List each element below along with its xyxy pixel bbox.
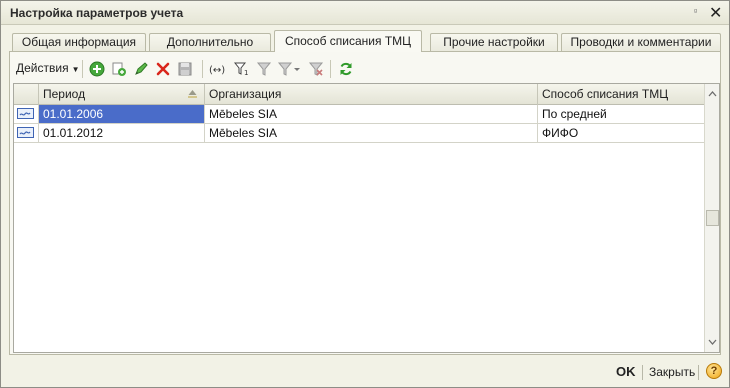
scroll-up-button[interactable] [705,86,720,102]
tab-additional[interactable]: Дополнительно [149,33,271,52]
tab-general-info[interactable]: Общая информация [12,33,146,52]
help-icon[interactable]: ? [706,363,722,379]
records-table: Период Организация Способ списания ТМЦ 0… [13,83,720,353]
history-button[interactable]: (↔) [208,59,228,79]
scroll-thumb[interactable] [706,210,719,226]
toolbar-separator [82,60,83,78]
copy-icon [112,62,126,76]
record-icon [17,127,34,138]
filter-dropdown-button[interactable] [276,59,302,79]
tab-writeoff-method[interactable]: Способ списания ТМЦ [274,30,422,52]
header-label: Организация [209,87,282,101]
window-title: Настройка параметров учета [10,6,184,20]
cell-writeoff-method[interactable]: По средней [538,105,704,123]
table-header: Период Организация Способ списания ТМЦ [14,84,704,105]
filter-dropdown-icon [277,62,300,76]
cell-organization[interactable]: Mēbeles SIA [205,124,538,142]
period-filter-icon: 1 [233,62,248,77]
table-row[interactable]: 01.01.2006 Mēbeles SIA По средней [14,105,704,124]
settings-window: Настройка параметров учета ᵍ ✕ Общая инф… [0,0,730,388]
row-icon-cell [14,105,39,123]
toolbar-separator [330,60,331,78]
tab-label: Общая информация [21,35,137,49]
chevron-down-icon: ▼ [71,65,80,74]
save-icon [178,62,192,76]
header-organization[interactable]: Организация [205,84,538,105]
close-button[interactable]: Закрыть [649,365,695,379]
cell-period[interactable]: 01.01.2006 [39,105,205,123]
delete-icon [156,62,170,76]
period-filter-button[interactable]: 1 [232,59,252,79]
scroll-down-button[interactable] [705,334,720,350]
row-icon-cell [14,124,39,142]
header-icon-column [14,84,39,105]
header-period[interactable]: Период [39,84,205,105]
edit-button[interactable] [131,59,151,79]
header-label: Период [43,87,86,101]
footer-separator [698,365,699,380]
toolbar-separator [202,60,203,78]
add-icon [89,61,105,77]
toolbar: Действия ▼ (↔) 1 [14,58,714,80]
header-label: Способ списания ТМЦ [542,87,669,101]
refresh-button[interactable] [336,59,356,79]
clear-filter-button[interactable] [306,59,326,79]
tab-bar: Общая информация Дополнительно Способ сп… [9,30,721,52]
tab-label: Прочие настройки [443,35,545,49]
actions-menu-button[interactable]: Действия ▼ [16,61,80,75]
tab-label: Проводки и комментарии [570,35,712,49]
footer-separator [642,365,643,380]
delete-button[interactable] [153,59,173,79]
sort-ascending-icon [188,90,197,98]
chevron-down-icon [708,339,717,345]
save-button[interactable] [175,59,195,79]
record-icon [17,108,34,119]
dialog-footer: OK Закрыть ? [1,358,729,387]
refresh-icon [340,62,352,76]
tab-label: Способ списания ТМЦ [284,34,412,48]
edit-icon [135,62,148,75]
pin-icon[interactable]: ᵍ [694,7,697,16]
clear-filter-icon [308,62,324,76]
chevron-up-icon [708,91,717,97]
ok-button[interactable]: OK [616,364,636,379]
tab-postings-comments[interactable]: Проводки и комментарии [561,33,721,52]
title-bar: Настройка параметров учета ᵍ ✕ [1,1,729,25]
cell-organization[interactable]: Mēbeles SIA [205,105,538,123]
tab-other-settings[interactable]: Прочие настройки [430,33,558,52]
filter-button[interactable] [254,59,274,79]
filter-icon [256,62,272,76]
svg-text:(↔): (↔) [209,65,225,76]
header-writeoff-method[interactable]: Способ списания ТМЦ [538,84,704,105]
svg-text:1: 1 [244,69,248,77]
vertical-scrollbar[interactable] [704,84,719,352]
tab-label: Дополнительно [166,35,254,49]
add-button[interactable] [87,59,107,79]
tab-panel: Действия ▼ (↔) 1 Период Организация Спос… [9,51,721,355]
actions-label: Действия [16,61,69,75]
cell-writeoff-method[interactable]: ФИФО [538,124,704,142]
history-icon: (↔) [209,65,225,76]
copy-button[interactable] [109,59,129,79]
cell-period[interactable]: 01.01.2012 [39,124,205,142]
table-row[interactable]: 01.01.2012 Mēbeles SIA ФИФО [14,124,704,143]
close-window-icon[interactable]: ✕ [709,3,722,23]
